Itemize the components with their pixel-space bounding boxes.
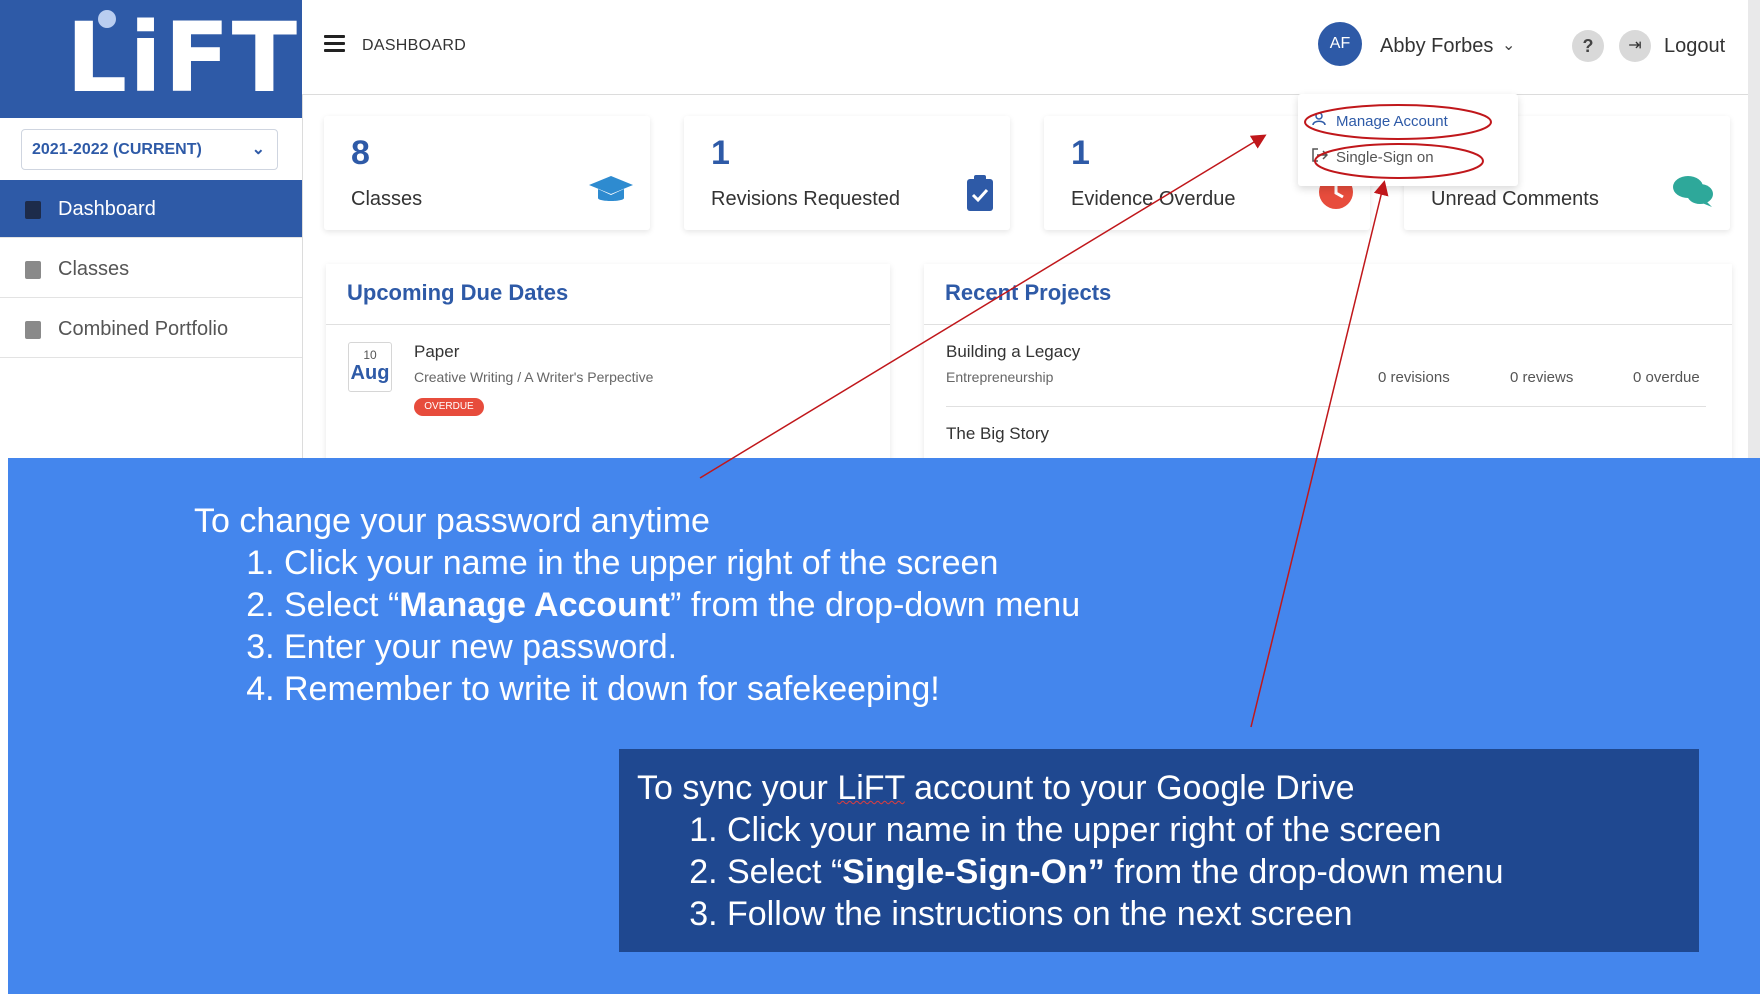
sign-in-icon: [1312, 148, 1330, 166]
sidebar-item-label: Dashboard: [58, 198, 156, 220]
hamburger-menu-icon[interactable]: [324, 35, 345, 53]
password-heading: To change your password anytime: [194, 502, 710, 540]
sync-heading: To sync your LiFT account to your Google…: [637, 769, 1355, 807]
divider: [326, 324, 890, 325]
stat-label: Classes: [351, 188, 423, 210]
help-icon[interactable]: ?: [1572, 30, 1604, 62]
sync-step: Follow the instructions on the next scre…: [727, 893, 1504, 935]
menu-item-label: Single-Sign on: [1336, 149, 1434, 166]
password-instructions: To change your password anytime Click yo…: [194, 500, 1080, 710]
sidebar-item-combined-portfolio[interactable]: Combined Portfolio: [0, 300, 302, 358]
user-icon: [1312, 112, 1330, 130]
book-icon: [25, 261, 41, 279]
divider: [924, 324, 1732, 325]
clipboard-check-icon: [966, 174, 994, 221]
sync-step: Click your name in the upper right of th…: [727, 809, 1504, 851]
stat-value: 1: [1071, 134, 1090, 172]
sidebar-item-label: Classes: [58, 258, 130, 280]
comments-icon: [1672, 174, 1714, 217]
stat-label: Revisions Requested: [711, 188, 900, 210]
year-select[interactable]: 2021-2022 (CURRENT) ⌄: [21, 129, 278, 170]
password-step: Enter your new password.: [284, 626, 1080, 668]
password-step: Select “Manage Account” from the drop-do…: [284, 584, 1080, 626]
logout-button[interactable]: Logout: [1664, 35, 1725, 58]
due-day: 10: [363, 348, 377, 362]
chevron-down-icon: ⌄: [251, 141, 265, 158]
divider: [946, 406, 1706, 407]
project-subtitle: Entrepreneurship: [946, 369, 1054, 385]
user-name-menu[interactable]: Abby Forbes: [1380, 35, 1493, 58]
project-title: Building a Legacy: [946, 342, 1081, 361]
due-item-title[interactable]: Paper: [414, 342, 459, 362]
overdue-badge: OVERDUE: [414, 398, 484, 416]
project-reviews: 0 reviews: [1510, 369, 1574, 386]
stat-label: Unread Comments: [1431, 188, 1599, 210]
logout-icon[interactable]: ⇥: [1619, 30, 1651, 62]
top-bar: DASHBOARD AF Abby Forbes ⌄ ? ⇥ Logout: [302, 0, 1748, 95]
brand-name: LiFT: [837, 769, 905, 807]
breadcrumb: DASHBOARD: [362, 37, 467, 54]
due-item-subtitle: Creative Writing / A Writer's Perpective: [414, 369, 654, 385]
panel-title: Recent Projects: [945, 280, 1112, 305]
stat-label: Evidence Overdue: [1071, 188, 1236, 210]
logo-dot: [98, 10, 116, 28]
panel-title: Upcoming Due Dates: [347, 280, 569, 305]
stat-card-classes[interactable]: 8 Classes: [324, 116, 650, 230]
sidebar-item-label: Combined Portfolio: [58, 318, 229, 340]
project-title: The Big Story: [946, 424, 1049, 443]
due-date-box: 10 Aug: [348, 342, 392, 392]
recent-projects-panel: Recent Projects Building a Legacy Entrep…: [924, 264, 1732, 464]
upcoming-due-dates-panel: Upcoming Due Dates 10 Aug Paper Creative…: [326, 264, 890, 464]
emphasis: Single-Sign-On”: [842, 853, 1105, 891]
sidebar-item-dashboard[interactable]: Dashboard: [0, 180, 302, 238]
portfolio-icon: [25, 321, 41, 339]
menu-item-single-sign-on[interactable]: Single-Sign on: [1312, 148, 1434, 166]
dashboard-icon: [25, 201, 41, 219]
menu-item-label: Manage Account: [1336, 113, 1448, 130]
sidebar-item-classes[interactable]: Classes: [0, 240, 302, 298]
stat-card-revisions[interactable]: 1 Revisions Requested: [684, 116, 1010, 230]
password-step: Click your name in the upper right of th…: [284, 542, 1080, 584]
sync-instructions-box: To sync your LiFT account to your Google…: [619, 749, 1699, 952]
user-dropdown-menu: Manage Account Single-Sign on: [1298, 94, 1518, 186]
project-overdue: 0 overdue: [1633, 369, 1700, 386]
year-select-value: 2021-2022 (CURRENT): [32, 141, 202, 158]
sync-steps: Click your name in the upper right of th…: [637, 809, 1504, 935]
logo[interactable]: LiFT: [0, 0, 302, 118]
stat-value: 1: [711, 134, 730, 172]
chevron-down-icon[interactable]: ⌄: [1502, 35, 1515, 55]
graduation-cap-icon: [588, 174, 634, 217]
stat-value: 8: [351, 134, 370, 172]
sync-step: Select “Single-Sign-On” from the drop-do…: [727, 851, 1504, 893]
password-step: Remember to write it down for safekeepin…: [284, 668, 1080, 710]
due-month: Aug: [350, 362, 390, 384]
avatar[interactable]: AF: [1318, 22, 1362, 66]
emphasis: Manage Account: [399, 586, 671, 624]
sync-instructions: To sync your LiFT account to your Google…: [637, 767, 1504, 935]
password-steps: Click your name in the upper right of th…: [194, 542, 1080, 710]
menu-item-manage-account[interactable]: Manage Account: [1312, 112, 1448, 130]
project-revisions: 0 revisions: [1378, 369, 1450, 386]
